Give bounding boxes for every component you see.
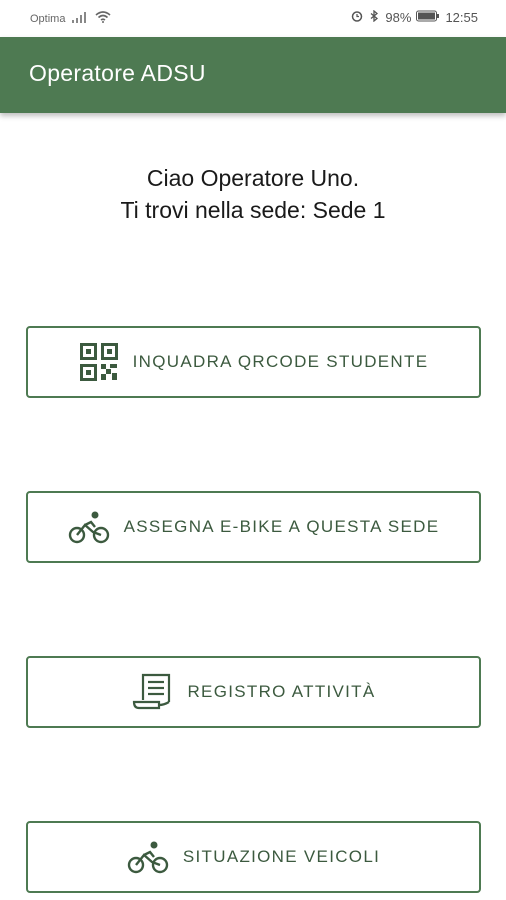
clock: 12:55 <box>445 10 478 25</box>
app-title: Operatore ADSU <box>29 60 206 86</box>
battery-icon <box>416 10 440 25</box>
status-left: Optima <box>30 11 111 26</box>
receipt-icon <box>131 672 173 712</box>
bike-icon <box>68 510 110 544</box>
qrcode-icon <box>79 342 119 382</box>
activity-log-button[interactable]: REGISTRO ATTIVITÀ <box>26 656 481 728</box>
assign-ebike-button[interactable]: ASSEGNA E-BIKE A QUESTA SEDE <box>26 491 481 563</box>
assign-ebike-label: ASSEGNA E-BIKE A QUESTA SEDE <box>123 517 440 536</box>
bike-icon <box>127 840 169 874</box>
activity-log-label: REGISTRO ATTIVITÀ <box>187 682 376 701</box>
vehicle-status-label: SITUAZIONE VEICOLI <box>182 847 381 866</box>
vehicle-status-button[interactable]: SITUAZIONE VEICOLI <box>26 821 481 893</box>
greeting: Ciao Operatore Uno. Ti trovi nella sede:… <box>0 162 506 226</box>
scan-qrcode-label: INQUADRA QRCODE STUDENTE <box>132 352 429 371</box>
greeting-line-1: Ciao Operatore Uno. <box>146 165 360 191</box>
scan-qrcode-button[interactable]: INQUADRA QRCODE STUDENTE <box>26 326 481 398</box>
wifi-icon <box>95 11 111 26</box>
status-right: 98% 12:55 <box>351 9 478 25</box>
app-bar: Operatore ADSU <box>0 37 506 113</box>
battery-level: 98% <box>385 10 412 25</box>
alarm-icon <box>351 10 363 25</box>
status-bar: Optima 98% 12:55 <box>0 0 506 37</box>
carrier-name: Optima <box>30 12 66 25</box>
signal-icon <box>71 11 89 26</box>
bluetooth-icon <box>368 9 380 25</box>
greeting-line-2: Ti trovi nella sede: Sede 1 <box>120 197 386 223</box>
